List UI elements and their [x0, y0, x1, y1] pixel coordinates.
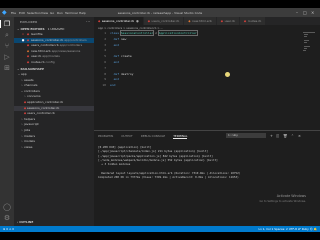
- tree-item-views[interactable]: ›views: [14, 145, 94, 151]
- panel-tabs: PROBLEMS OUTPUT DEBUG CONSOLE TERMINAL: [98, 134, 194, 139]
- tab-problems[interactable]: PROBLEMS: [98, 134, 113, 138]
- editor-status[interactable]: Ln 1, Col 1 Spaces: 2 UTF-8 LF Ruby ☺ 🔔: [258, 226, 317, 232]
- file-name: users_controller.rb: [30, 43, 59, 48]
- close-panel-icon[interactable]: ×: [298, 134, 301, 138]
- run-debug-icon[interactable]: ▷: [3, 53, 11, 61]
- file-path: app/controllers: [64, 37, 87, 42]
- tree-label: channels: [24, 83, 38, 88]
- chevron-up-icon[interactable]: ⌃: [291, 134, 294, 138]
- title-bar: ◆ File Edit Selection View Go Run Termin…: [0, 8, 320, 17]
- ruby-file-icon: ◆: [243, 19, 247, 23]
- tab-terminal[interactable]: TERMINAL: [173, 134, 188, 139]
- terminal-select[interactable]: 1: ruby: [226, 133, 266, 138]
- code-line[interactable]: end: [110, 60, 119, 66]
- add-terminal-icon[interactable]: +: [270, 134, 273, 138]
- tab-users-controller[interactable]: ◆ users_controller.rb: [143, 17, 185, 25]
- gear-icon[interactable]: ⚙: [3, 214, 11, 222]
- file-name: user.rb: [30, 54, 42, 59]
- explorer-icon[interactable]: ❐: [0, 20, 11, 28]
- minimap[interactable]: [303, 31, 317, 71]
- unsaved-dot-icon[interactable]: ●: [136, 19, 139, 23]
- line-number: 10: [102, 83, 106, 88]
- activity-bar: ❐ ⌕ ⑂ ▷ ⊞ ◯ ⚙: [0, 17, 14, 226]
- problems-status[interactable]: ⊗ 0 ⚠ 0: [3, 226, 14, 232]
- minimize-icon[interactable]: –: [296, 10, 298, 15]
- tree-label: mailers: [24, 133, 36, 138]
- tab-user-rb[interactable]: ◆ user.rb: [216, 17, 240, 25]
- tree-label: concerns: [27, 94, 41, 99]
- file-name: Gemfile: [30, 32, 43, 36]
- tree-label: users_controller.rb: [27, 111, 55, 116]
- trash-icon[interactable]: 🗑: [283, 134, 287, 138]
- activate-windows-watermark: Activate Windows: [276, 194, 306, 198]
- tab-label: user.rb: [224, 19, 235, 23]
- open-editors-label: OPEN EDITORS: [20, 27, 45, 31]
- terminal-line: Completed 200 OK in 7377ms (Views: 7349.…: [98, 175, 239, 180]
- screen: ◆ File Edit Selection View Go Run Termin…: [0, 0, 320, 240]
- erb-file-icon: ◆: [188, 19, 191, 23]
- code-line[interactable]: end: [110, 83, 115, 89]
- code-line[interactable]: end: [110, 43, 119, 49]
- ruby-file-icon: ◆: [220, 19, 224, 23]
- extensions-icon[interactable]: ⊞: [3, 64, 11, 72]
- open-editor-routes-rb[interactable]: ◆ routes.rb config: [14, 60, 94, 66]
- terminal-line: + 3 hidden modules: [98, 162, 131, 167]
- ruby-file-icon: ◆: [26, 60, 30, 64]
- explorer-sidebar: EXPLORER ··· ⌄ OPEN EDITORS 1 UNSAVED × …: [14, 17, 94, 226]
- file-path: config: [45, 60, 55, 64]
- tree-label: application_controller.rb: [27, 100, 64, 104]
- ruby-file-icon: ◆: [98, 19, 101, 23]
- tree-label: assets: [24, 77, 34, 82]
- ruby-file-icon: ◆: [147, 19, 151, 23]
- editor-tabs: ◆ sessions_controller.rb ● ◆ users_controlle…: [94, 17, 320, 25]
- file-name: routes.rb: [30, 60, 45, 64]
- tree-label: helpers: [24, 116, 36, 121]
- outline-section[interactable]: › OUTLINE: [14, 220, 94, 226]
- tab-label: users_controller.rb: [151, 19, 180, 23]
- tab-label: sessions_controller.rb: [101, 19, 135, 23]
- editor-area: ◆ sessions_controller.rb ● ◆ users_controlle…: [94, 17, 320, 130]
- split-terminal-icon[interactable]: ◫: [276, 134, 279, 138]
- sidebar-title: EXPLORER: [20, 20, 38, 24]
- file-path: app/models: [42, 54, 60, 59]
- project-label: RAILSAWHAPP: [20, 67, 45, 71]
- file-name: sessions_controller.rb: [30, 37, 64, 42]
- tab-debug-console[interactable]: DEBUG CONSOLE: [141, 134, 166, 138]
- file-path: app/views/sessions: [51, 48, 81, 53]
- tree-label: jobs: [24, 128, 31, 132]
- tab-label: new.html.erb: [192, 19, 212, 23]
- outline-label: OUTLINE: [19, 220, 34, 224]
- vscode-window: ◆ File Edit Selection View Go Run Termin…: [0, 8, 320, 232]
- tab-output[interactable]: OUTPUT: [121, 134, 132, 138]
- tab-routes-rb[interactable]: ◆ routes.rb: [239, 17, 267, 25]
- unsaved-badge: 1 UNSAVED: [47, 27, 65, 31]
- more-actions-icon[interactable]: ···: [86, 19, 90, 24]
- file-path: app/controllers: [59, 43, 83, 48]
- tab-new-html-erb[interactable]: ◆ new.html.erb: [184, 17, 217, 25]
- tree-label: javascript: [24, 122, 39, 127]
- tree-label: models: [24, 139, 35, 144]
- source-control-icon[interactable]: ⑂: [3, 42, 11, 50]
- activate-windows-subtext: Go to Settings to activate Windows.: [259, 200, 306, 203]
- tree-label: views: [24, 144, 33, 149]
- status-bar: ⊗ 0 ⚠ 0 Ln 1, Col 1 Spaces: 2 UTF-8 LF R…: [0, 226, 320, 232]
- tree-label: app: [21, 72, 27, 76]
- close-icon[interactable]: ×: [311, 10, 314, 15]
- tree-label: controllers: [24, 88, 40, 93]
- file-name: new.html.erb: [30, 48, 51, 53]
- tab-label: routes.rb: [247, 19, 262, 23]
- mouse-cursor-highlight: [225, 72, 230, 77]
- search-icon[interactable]: ⌕: [3, 31, 11, 39]
- maximize-icon[interactable]: □: [303, 10, 307, 15]
- tree-label: sessions_controller.rb: [27, 105, 60, 110]
- account-icon[interactable]: ◯: [3, 203, 11, 211]
- tab-sessions-controller[interactable]: ◆ sessions_controller.rb ●: [94, 17, 144, 25]
- breadcrumb[interactable]: app > controllers > sessions_controller.…: [98, 26, 163, 30]
- window-title: sessions_controller.rb - railsawhapp - V…: [117, 10, 203, 15]
- bottom-panel: PROBLEMS OUTPUT DEBUG CONSOLE TERMINAL 1…: [94, 130, 320, 226]
